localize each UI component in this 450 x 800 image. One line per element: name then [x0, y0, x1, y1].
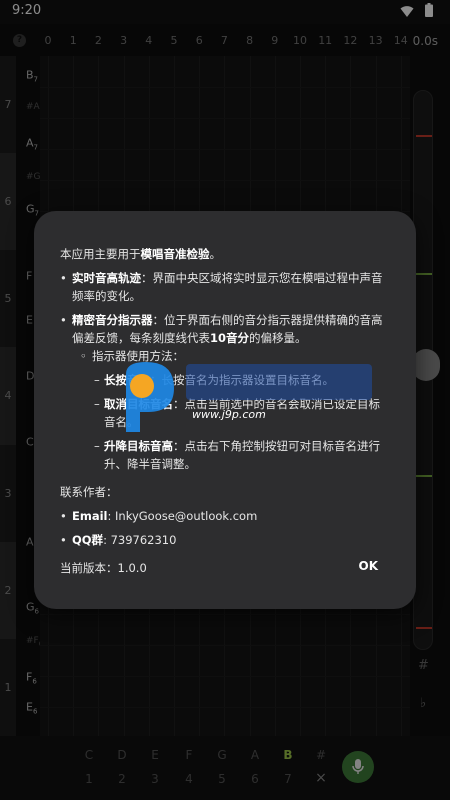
- watermark-url: www.j9p.com: [192, 408, 266, 421]
- feature-cent-indicator: 精密音分指示器：位于界面右侧的音分指示器提供精确的音高偏差反馈，每条刻度线代表1…: [60, 311, 390, 347]
- dialog-intro: 本应用主要用于模唱音准检验。: [60, 247, 221, 261]
- ok-button[interactable]: OK: [359, 557, 379, 575]
- usage-shift-pitch: 升降目标音高：点击右下角控制按钮可对目标音名进行升、降半音调整。: [60, 437, 390, 473]
- contact-title: 联系作者：: [60, 485, 118, 499]
- watermark-logo: www.j9p.com: [126, 362, 372, 432]
- feature-pitch-track: 实时音高轨迹：界面中央区域将实时显示您在模唱过程中声音频率的变化。: [60, 269, 390, 305]
- version-text: 当前版本：1.0.0: [60, 561, 147, 575]
- contact-email: Email: InkyGoose@outlook.com: [60, 507, 390, 525]
- contact-qq: QQ群: 739762310: [60, 531, 390, 549]
